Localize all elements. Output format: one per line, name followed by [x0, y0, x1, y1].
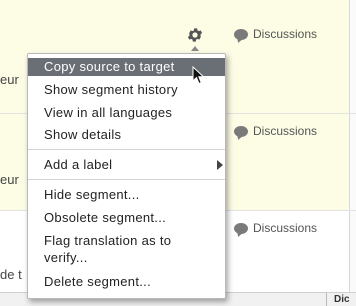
menu-item-flag-translation[interactable]: Flag translation as to verify... [28, 232, 225, 266]
segment-text-fragment: de t [0, 267, 22, 282]
discussions-link[interactable]: Discussions [234, 124, 317, 138]
discussions-link[interactable]: Discussions [234, 221, 317, 235]
segment-text-fragment: eur [0, 72, 19, 87]
menu-item-label-line1: Flag translation as to [44, 233, 172, 248]
menu-divider [28, 149, 225, 150]
discussions-label: Discussions [253, 221, 318, 235]
menu-item-label-line2: verify... [44, 250, 88, 265]
discussions-link[interactable]: Discussions [234, 27, 317, 41]
menu-caret [191, 46, 199, 51]
row-right-edge [349, 0, 356, 113]
menu-item-label: Add a label [44, 157, 113, 172]
menu-item-obsolete-segment[interactable]: Obsolete segment... [28, 209, 225, 226]
speech-bubble-icon [234, 28, 248, 40]
discussions-label: Discussions [253, 27, 318, 41]
menu-item-add-a-label[interactable]: Add a label [28, 156, 225, 173]
menu-item-hide-segment[interactable]: Hide segment... [28, 186, 225, 203]
column-separator [326, 293, 327, 306]
menu-item-delete-segment[interactable]: Delete segment... [28, 273, 225, 290]
speech-bubble-icon [234, 222, 248, 234]
discussions-label: Discussions [253, 124, 318, 138]
menu-item-view-in-all-languages[interactable]: View in all languages [28, 104, 225, 121]
segment-context-menu: Copy source to target Show segment histo… [27, 53, 226, 299]
gear-icon[interactable] [186, 26, 204, 44]
speech-bubble-icon [234, 125, 248, 137]
triangle-right-icon [217, 160, 223, 170]
row-right-edge [349, 211, 356, 292]
menu-item-show-details[interactable]: Show details [28, 126, 225, 143]
row-right-edge [349, 114, 356, 210]
column-header-dic[interactable]: Dic [334, 293, 350, 306]
segment-text-fragment: eur [0, 172, 19, 187]
menu-divider [28, 179, 225, 180]
mouse-pointer-icon [192, 66, 205, 85]
